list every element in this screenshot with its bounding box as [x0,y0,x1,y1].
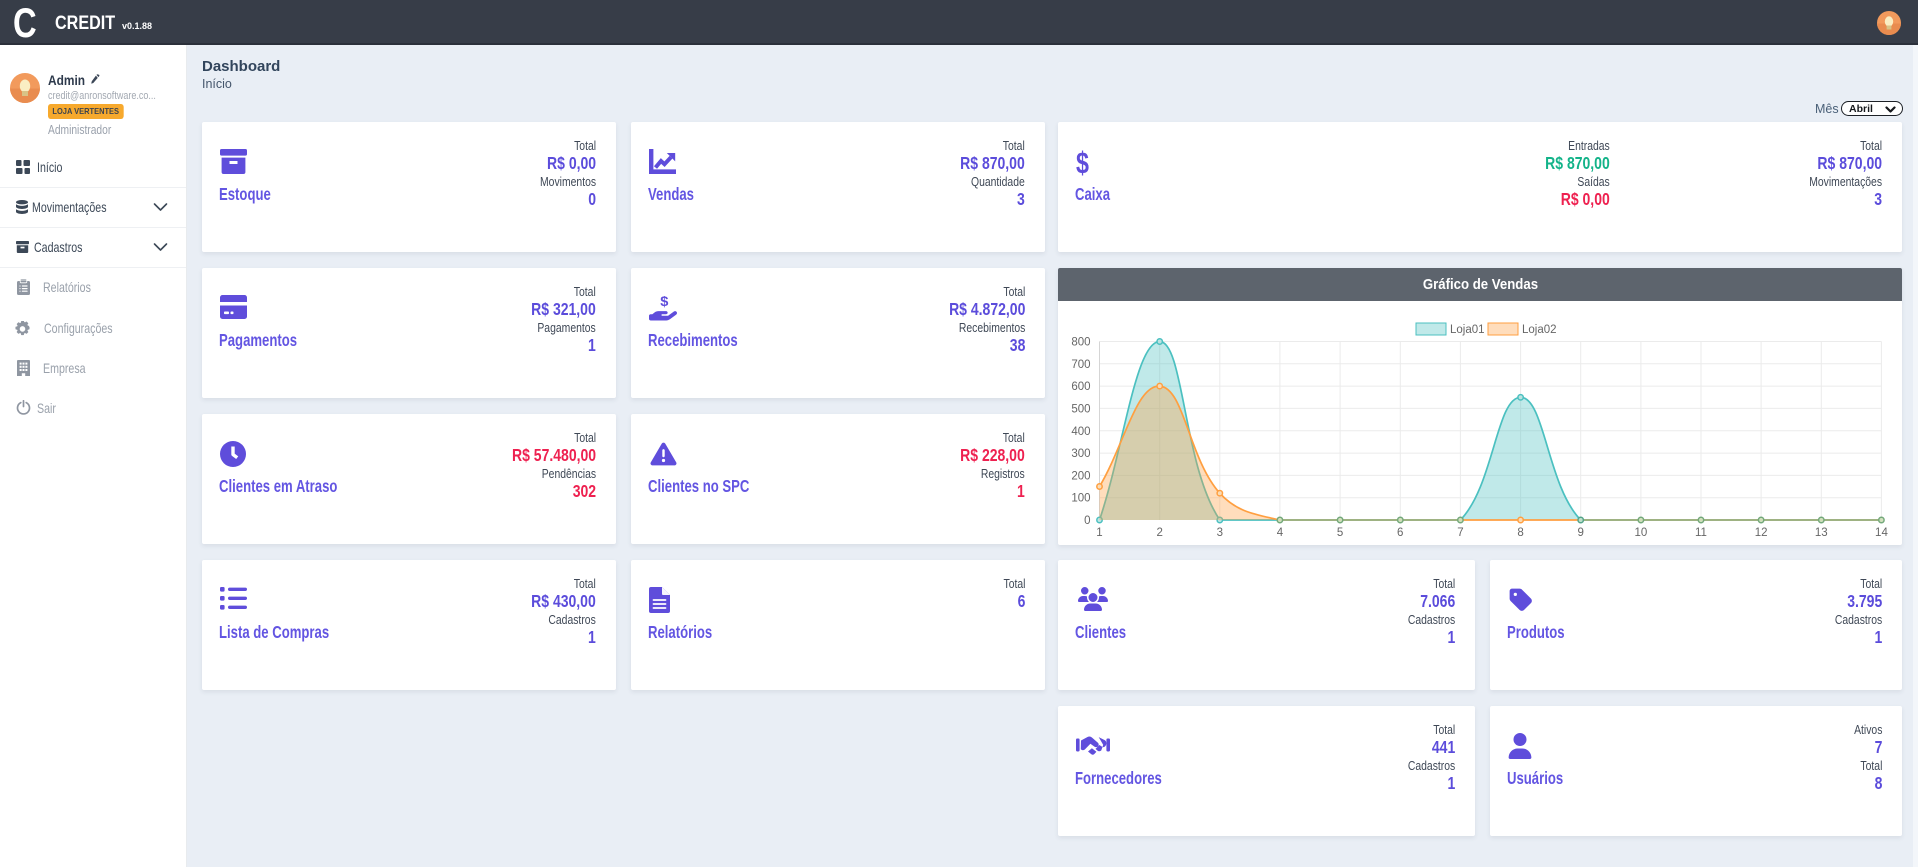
svg-text:Loja01: Loja01 [1450,324,1485,336]
svg-text:2: 2 [1156,527,1162,539]
svg-text:400: 400 [1071,426,1090,438]
svg-text:100: 100 [1071,493,1090,505]
svg-text:500: 500 [1071,403,1090,415]
svg-text:1: 1 [1096,527,1102,539]
svg-text:4: 4 [1277,527,1284,539]
svg-text:600: 600 [1071,381,1090,393]
svg-text:6: 6 [1397,527,1403,539]
svg-text:13: 13 [1815,527,1828,539]
svg-text:800: 800 [1071,337,1090,349]
svg-text:$: $ [660,295,668,310]
svg-text:11: 11 [1695,527,1707,539]
svg-text:9: 9 [1577,527,1583,539]
svg-text:Loja02: Loja02 [1522,324,1557,336]
svg-text:3: 3 [1217,527,1223,539]
svg-text:7: 7 [1457,527,1463,539]
svg-text:12: 12 [1755,527,1768,539]
svg-text:14: 14 [1875,527,1888,539]
svg-text:5: 5 [1337,527,1343,539]
svg-text:0: 0 [1084,515,1090,527]
svg-text:8: 8 [1517,527,1523,539]
svg-text:300: 300 [1071,448,1090,460]
svg-text:700: 700 [1071,359,1090,371]
svg-text:10: 10 [1634,527,1647,539]
svg-text:200: 200 [1071,470,1090,482]
